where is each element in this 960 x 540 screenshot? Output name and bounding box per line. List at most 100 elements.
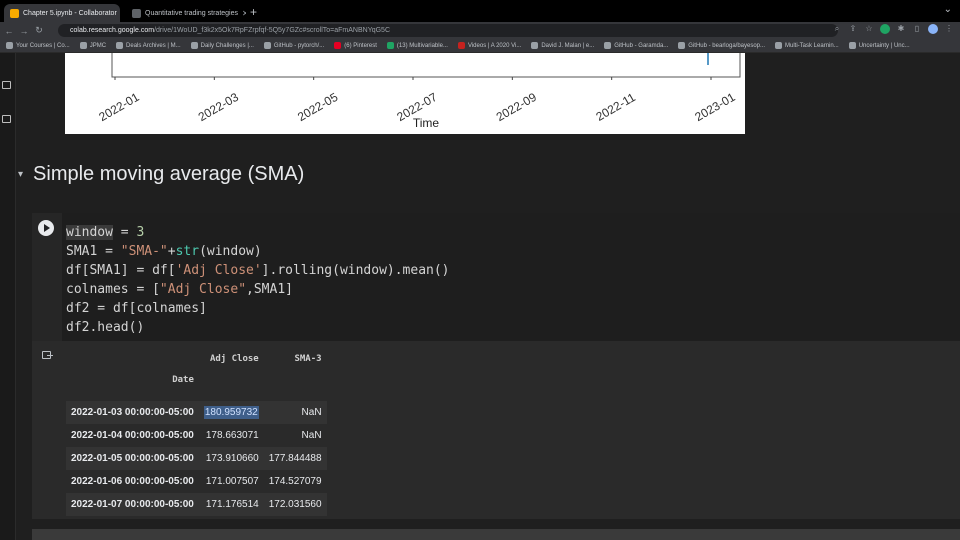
bookmark-item[interactable]: (13) Multivariable...: [386, 42, 448, 49]
x-tick-label: 2022-11: [593, 90, 638, 124]
next-cell[interactable]: [32, 529, 960, 540]
colab-window: Chapter 5.ipynb - Collaborator ✕ Quantit…: [0, 0, 960, 540]
row-index: 2022-01-07 00:00:00-05:00: [71, 499, 194, 510]
cell-adj-close: 171.176514: [205, 499, 259, 510]
code-line-1: window = 3: [66, 225, 145, 240]
cell-sma: 177.844488: [268, 453, 322, 464]
x-tick-label: 2023-01: [692, 90, 737, 124]
header-row: Adj Close SMA-3: [66, 349, 327, 369]
colab-favicon-icon: [10, 8, 19, 18]
plot-axes-frame: [111, 53, 741, 78]
extension-icon[interactable]: [880, 24, 890, 34]
github-icon: [604, 42, 612, 49]
tab-title: Quantitative trading strategies: [145, 9, 238, 17]
bookmark-item[interactable]: Your Courses | Co...: [6, 42, 70, 49]
code-line-2: SMA1 = "SMA-"+str(window): [66, 244, 262, 259]
cell-gutter: [32, 213, 62, 341]
bookmark-item[interactable]: Videos | A 2020 Vi...: [457, 42, 521, 49]
x-tick-label: 2022-05: [295, 90, 340, 124]
x-tick-label: 2022-03: [196, 90, 241, 124]
bookmark-item[interactable]: GitHub - pytorch/...: [263, 42, 324, 49]
bookmark-item[interactable]: Daily Challenges |...: [190, 42, 254, 49]
zoom-icon[interactable]: ⌕: [832, 24, 842, 34]
reload-icon[interactable]: ↻: [33, 25, 45, 36]
back-icon[interactable]: ←: [3, 26, 15, 36]
github-icon: [263, 42, 271, 49]
terminal-icon[interactable]: [2, 115, 11, 123]
dataframe-table: Adj Close SMA-3 Date 2022-01-03 00:00:00…: [66, 349, 327, 516]
new-tab-button[interactable]: +: [250, 5, 257, 19]
bookmark-favicon-icon: [848, 42, 856, 49]
bookmark-favicon-icon: [79, 42, 87, 49]
tab-quant[interactable]: Quantitative trading strategies ✕: [126, 4, 246, 22]
profile-avatar[interactable]: [928, 24, 938, 34]
cell-adj-close: 173.910660: [205, 453, 259, 464]
url-host: colab.research.google.com: [70, 27, 155, 34]
cell-sma: NaN: [301, 430, 322, 441]
share-icon[interactable]: ⇪: [848, 24, 858, 34]
tab-title: Chapter 5.ipynb - Collaborator: [23, 9, 117, 17]
close-tab-icon[interactable]: ✕: [242, 9, 246, 18]
left-sidebar: [0, 53, 16, 540]
address-bar[interactable]: colab.research.google.com/drive/1WoUD_f3…: [58, 24, 838, 37]
selected-text: 180.959732: [203, 406, 259, 419]
cell-sma: NaN: [301, 407, 322, 418]
bookmarks-bar: Your Courses | Co... JPMC Deals Archives…: [0, 39, 960, 53]
code-line-3: df[SMA1] = df['Adj Close'].rolling(windo…: [66, 263, 450, 278]
code-line-4: colnames = ["Adj Close",SMA1]: [66, 282, 293, 297]
collapse-caret-icon[interactable]: ▾: [18, 169, 23, 180]
bookmark-item[interactable]: GitHub - bearloga/bayesop...: [678, 42, 765, 49]
files-icon[interactable]: [2, 81, 11, 89]
bookmark-item[interactable]: JPMC: [79, 42, 106, 49]
code-line-5: df2 = df[colnames]: [66, 301, 207, 316]
row-index: 2022-01-06 00:00:00-05:00: [71, 476, 194, 487]
cell-sma: 172.031560: [268, 499, 322, 510]
code-line-6: df2.head(): [66, 320, 145, 335]
cell-output: Adj Close SMA-3 Date 2022-01-03 00:00:00…: [32, 341, 960, 519]
index-header-blank: [66, 349, 199, 369]
browser-toolbar: ← → ↻ colab.research.google.com/drive/1W…: [0, 22, 960, 39]
row-index: 2022-01-03 00:00:00-05:00: [71, 407, 194, 418]
bookmark-favicon-icon: [531, 42, 539, 49]
browser-tab-strip: Chapter 5.ipynb - Collaborator ✕ Quantit…: [0, 0, 960, 22]
table-row: 2022-01-06 00:00:00-05:00 171.007507 174…: [66, 470, 327, 493]
table-row: 2022-01-04 00:00:00-05:00 178.663071 NaN: [66, 424, 327, 447]
toolbar-icons: ⌕ ⇪ ☆ ✱ ▯ ⋮: [832, 24, 954, 34]
url-path: /drive/1WoUD_f3k2x5Ok7RpFZrpfqf-5Q5y7GZc…: [154, 27, 391, 34]
column-header: SMA-3: [294, 354, 322, 364]
bookmark-item[interactable]: (6) Pinterest: [334, 42, 377, 49]
notebook-page: 2022-01 2022-03 2022-05 2022-07 2022-09 2022-…: [0, 53, 960, 540]
tab-search-icon[interactable]: ⌄: [944, 4, 952, 15]
bookmark-item[interactable]: David J. Malan | e...: [531, 42, 594, 49]
forward-icon[interactable]: →: [18, 26, 30, 36]
section-heading: ▾ Simple moving average (SMA): [18, 163, 304, 186]
bookmark-favicon-icon: [190, 42, 198, 49]
column-header: Adj Close: [209, 354, 259, 364]
bookmark-favicon-icon: [775, 42, 783, 49]
row-index: 2022-01-05 00:00:00-05:00: [71, 453, 194, 464]
tab-colab[interactable]: Chapter 5.ipynb - Collaborator ✕: [4, 4, 120, 22]
x-axis-label: Time: [413, 116, 440, 130]
bookmark-item[interactable]: GitHub - Garamda...: [604, 42, 668, 49]
cell-adj-close[interactable]: 180.959732: [199, 401, 264, 424]
bookmark-favicon-icon: [116, 42, 124, 49]
bookmark-item[interactable]: Uncertainty | Unc...: [848, 42, 910, 49]
section-title: Simple moving average (SMA): [33, 163, 305, 185]
plot-svg: 2022-01 2022-03 2022-05 2022-07 2022-09 2022-…: [96, 53, 741, 130]
table-row: 2022-01-07 00:00:00-05:00 171.176514 172…: [66, 493, 327, 516]
code-editor[interactable]: window = 3 SMA1 = "SMA-"+str(window) df[…: [66, 223, 450, 337]
bookmark-favicon-icon: [386, 42, 394, 49]
sidebar-icon[interactable]: ▯: [912, 24, 922, 34]
bookmark-item[interactable]: Multi-Task Learnin...: [775, 42, 839, 49]
run-cell-icon[interactable]: [38, 220, 54, 236]
bookmark-item[interactable]: Deals Archives | M...: [116, 42, 181, 49]
menu-icon[interactable]: ⋮: [944, 24, 954, 34]
x-tick-label: 2022-01: [96, 90, 141, 124]
x-tick-label: 2022-09: [494, 90, 539, 124]
code-cell[interactable]: window = 3 SMA1 = "SMA-"+str(window) df[…: [32, 213, 960, 341]
table-row: 2022-01-05 00:00:00-05:00 173.910660 177…: [66, 447, 327, 470]
github-icon: [678, 42, 686, 49]
output-menu-icon[interactable]: [42, 351, 53, 359]
bookmark-star-icon[interactable]: ☆: [864, 24, 874, 34]
puzzle-icon[interactable]: ✱: [896, 24, 906, 34]
